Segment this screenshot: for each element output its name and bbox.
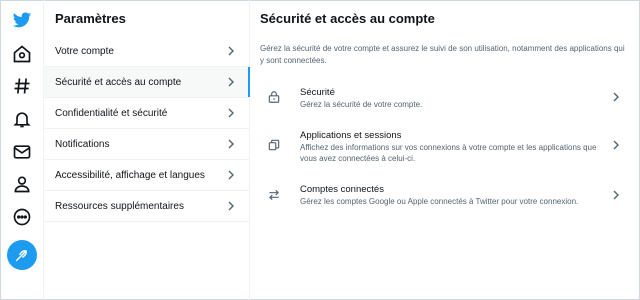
home-icon[interactable] <box>8 40 36 68</box>
twitter-logo-icon[interactable] <box>8 6 36 34</box>
chevron-right-icon <box>613 92 619 102</box>
option-title: Applications et sessions <box>300 130 402 141</box>
menu-item-label: Votre compte <box>55 45 114 57</box>
option-connected-accounts[interactable]: Comptes connectés Gérez les comptes Goog… <box>251 176 639 214</box>
menu-item-your-account[interactable]: Votre compte <box>44 36 249 67</box>
menu-item-notifications[interactable]: Notifications <box>44 129 249 160</box>
detail-description: Gérez la sécurité de votre compte et ass… <box>260 44 625 65</box>
chevron-right-icon <box>228 170 234 180</box>
messages-envelope-icon[interactable] <box>8 138 36 166</box>
explore-hashtag-icon[interactable] <box>8 72 36 100</box>
more-options-icon[interactable] <box>8 203 36 231</box>
compose-tweet-button[interactable] <box>7 240 37 270</box>
option-security[interactable]: Sécurité Gérez la sécurité de votre comp… <box>251 78 639 116</box>
menu-item-label: Confidentialité et sécurité <box>55 107 168 119</box>
menu-item-additional-resources[interactable]: Ressources supplémentaires <box>44 191 249 222</box>
settings-menu: Votre compte Sécurité et accès au compte… <box>44 36 250 222</box>
menu-item-accessibility-display-languages[interactable]: Accessibilité, affichage et langues <box>44 160 249 191</box>
devices-icon <box>267 138 281 152</box>
option-title: Sécurité <box>300 87 335 98</box>
chevron-right-icon <box>228 108 234 118</box>
chevron-right-icon <box>613 140 619 150</box>
menu-item-label: Accessibilité, affichage et langues <box>55 169 205 181</box>
settings-title: Paramètres <box>55 11 126 26</box>
option-desc: Gérez les comptes Google ou Apple connec… <box>300 197 579 206</box>
profile-icon[interactable] <box>8 170 36 198</box>
settings-panel: Paramètres Votre compte Sécurité et accè… <box>44 0 250 300</box>
feather-pen-icon <box>15 250 27 262</box>
option-apps-sessions[interactable]: Applications et sessions Affichez des in… <box>251 122 639 168</box>
menu-item-label: Notifications <box>55 138 110 150</box>
chevron-right-icon <box>613 190 619 200</box>
chevron-right-icon <box>228 201 234 211</box>
nav-rail <box>0 0 44 300</box>
menu-item-security-access[interactable]: Sécurité et accès au compte <box>44 67 250 98</box>
option-title: Comptes connectés <box>300 184 384 195</box>
menu-item-label: Sécurité et accès au compte <box>55 76 182 88</box>
swap-arrows-icon <box>267 188 281 202</box>
detail-title: Sécurité et accès au compte <box>260 11 435 26</box>
menu-item-label: Ressources supplémentaires <box>55 200 184 212</box>
chevron-right-icon <box>228 77 234 87</box>
option-desc: Gérez la sécurité de votre compte. <box>300 100 423 109</box>
notifications-bell-icon[interactable] <box>8 105 36 133</box>
menu-item-privacy-safety[interactable]: Confidentialité et sécurité <box>44 98 249 129</box>
detail-panel: Sécurité et accès au compte Gérez la séc… <box>251 0 639 300</box>
lock-icon <box>267 90 281 104</box>
chevron-right-icon <box>228 46 234 56</box>
option-desc: Affichez des informations sur vos connex… <box>300 143 597 163</box>
chevron-right-icon <box>228 139 234 149</box>
